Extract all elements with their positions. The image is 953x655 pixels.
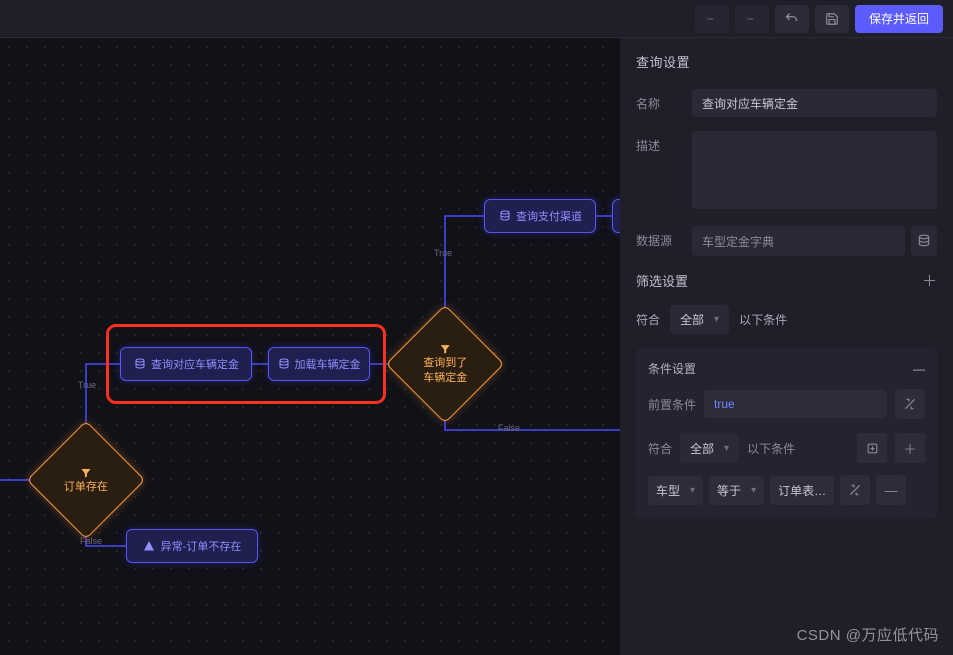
- node-action-query-deposit[interactable]: 查询对应车辆定金: [120, 347, 252, 381]
- edge-label-true: True: [78, 380, 96, 390]
- match-value: 全部: [690, 440, 714, 457]
- node-label: 查询对应车辆定金: [151, 356, 239, 372]
- top-toolbar: 保存并返回: [0, 0, 953, 38]
- db-icon: [278, 358, 290, 371]
- match-suffix: 以下条件: [739, 311, 787, 328]
- fx-button[interactable]: [895, 389, 925, 419]
- chevron-down-icon: ▾: [751, 485, 756, 496]
- panel-title: 查询设置: [636, 52, 937, 71]
- field-label: 描述: [636, 131, 692, 154]
- field-select[interactable]: 车型 ▾: [648, 476, 703, 505]
- edge-label-false: False: [80, 536, 102, 546]
- match-select[interactable]: 全部 ▾: [670, 305, 729, 334]
- edge-label-true: True: [434, 248, 452, 258]
- db-icon: [498, 210, 511, 223]
- node-action-query-channel[interactable]: 查询支付渠道: [484, 199, 596, 233]
- edge-label-false: False: [498, 423, 520, 433]
- match-value: 全部: [680, 311, 704, 328]
- warning-icon: [143, 540, 156, 553]
- node-action-load-deposit[interactable]: 加载车辆定金: [268, 347, 370, 381]
- node-label: 查询支付渠道: [516, 208, 582, 224]
- datasource-pick-button[interactable]: [911, 226, 937, 256]
- save-icon-button[interactable]: [815, 5, 849, 33]
- filter-title: 筛选设置: [636, 271, 688, 290]
- condition-card: 条件设置 — 前置条件 true 符合 全部 ▾ 以下条件 ＋: [636, 348, 937, 519]
- remove-condition-button[interactable]: —: [876, 475, 906, 505]
- zoom-in-button[interactable]: [735, 5, 769, 33]
- field-value: 车型: [656, 482, 680, 499]
- node-decision-got-deposit[interactable]: 查询到了 车辆定金: [386, 305, 505, 424]
- group-button[interactable]: [857, 433, 887, 463]
- filter-section-header: 筛选设置 ＋: [636, 270, 937, 291]
- save-return-button[interactable]: 保存并返回: [855, 5, 943, 33]
- node-label: 订单存在: [64, 481, 108, 494]
- precondition-value: true: [714, 397, 735, 411]
- node-label: 异常-订单不存在: [161, 538, 242, 554]
- add-filter-button[interactable]: ＋: [922, 270, 937, 291]
- condition-match-row: 符合 全部 ▾ 以下条件 ＋: [648, 433, 925, 463]
- value-text: 订单表…: [778, 482, 826, 499]
- node-label-line2: 车辆定金: [423, 373, 467, 386]
- add-condition-button[interactable]: ＋: [895, 433, 925, 463]
- name-input[interactable]: [692, 89, 937, 117]
- node-action-exception-no-order[interactable]: 异常-订单不存在: [126, 529, 258, 563]
- filter-match-row: 符合 全部 ▾ 以下条件: [636, 305, 937, 334]
- value-select[interactable]: 订单表…: [770, 476, 834, 505]
- node-label: 加载车辆定金: [295, 356, 361, 372]
- desc-textarea[interactable]: [692, 131, 937, 209]
- chevron-down-icon: ▾: [714, 314, 719, 325]
- field-label: 数据源: [636, 226, 692, 249]
- condition-match-select[interactable]: 全部 ▾: [680, 434, 739, 463]
- db-icon: [133, 358, 146, 371]
- node-decision-order-exists[interactable]: 订单存在: [27, 421, 146, 540]
- operator-value: 等于: [717, 482, 741, 499]
- node-stub-right[interactable]: [612, 199, 620, 233]
- field-label: 名称: [636, 89, 692, 112]
- field-row-datasource: 数据源: [636, 226, 937, 256]
- fx-button-2[interactable]: [840, 475, 870, 505]
- collapse-button[interactable]: —: [913, 362, 925, 376]
- node-label-line1: 查询到了: [423, 357, 467, 370]
- precondition-row: 前置条件 true: [648, 389, 925, 419]
- match-suffix: 以下条件: [747, 440, 795, 457]
- chevron-down-icon: ▾: [690, 485, 695, 496]
- undo-button[interactable]: [775, 5, 809, 33]
- match-label: 符合: [636, 311, 660, 328]
- properties-panel: 查询设置 名称 描述 数据源 筛选设置 ＋ 符合 全部 ▾ 以下条件: [620, 38, 953, 655]
- filter-icon: [439, 342, 452, 355]
- datasource-input[interactable]: [692, 226, 905, 256]
- match-label: 符合: [648, 440, 672, 457]
- precondition-label: 前置条件: [648, 396, 696, 413]
- condition-expression: 车型 ▾ 等于 ▾ 订单表… —: [648, 475, 925, 505]
- flow-canvas[interactable]: True True False False 订单存在 查询对应车辆定金 加载车辆…: [0, 38, 620, 655]
- field-row-name: 名称: [636, 89, 937, 117]
- save-return-label: 保存并返回: [869, 10, 929, 27]
- precondition-input[interactable]: true: [704, 390, 887, 418]
- zoom-out-button[interactable]: [695, 5, 729, 33]
- operator-select[interactable]: 等于 ▾: [709, 476, 764, 505]
- field-row-desc: 描述: [636, 131, 937, 212]
- filter-icon: [80, 466, 93, 479]
- chevron-down-icon: ▾: [724, 443, 729, 454]
- condition-title: 条件设置: [648, 360, 696, 377]
